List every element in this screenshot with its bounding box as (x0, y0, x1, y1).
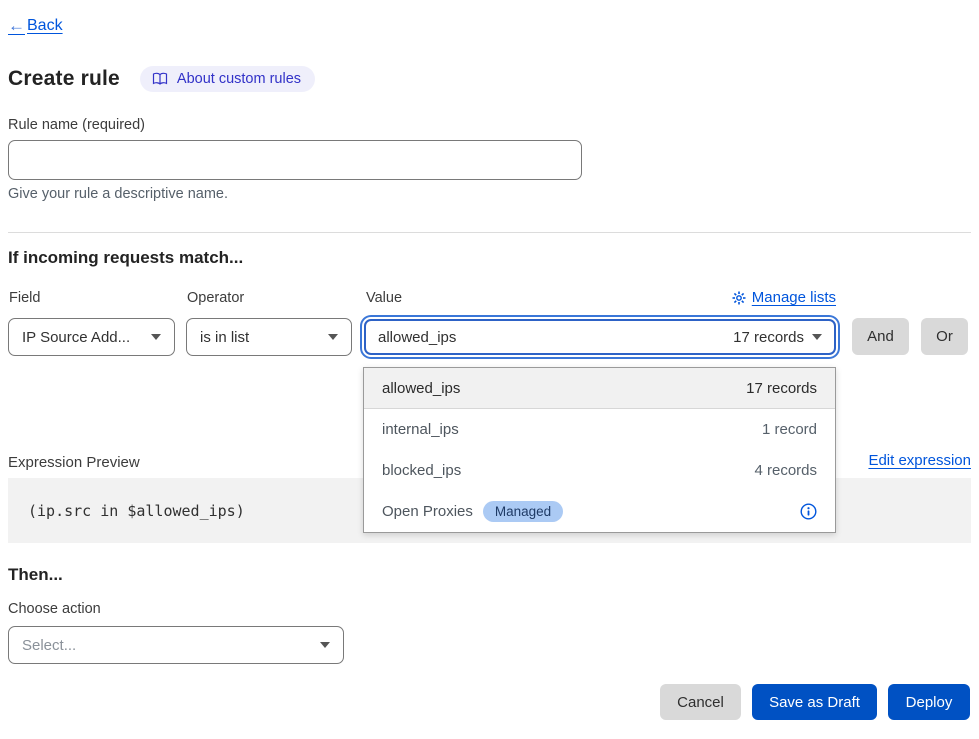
list-item-allowed-ips[interactable]: allowed_ips 17 records (364, 368, 835, 409)
chevron-down-icon (328, 334, 338, 340)
operator-select[interactable]: is in list (186, 318, 352, 356)
value-select-value: allowed_ips (378, 329, 456, 346)
back-link-label: Back (27, 17, 63, 35)
back-link[interactable]: ← Back (8, 16, 63, 36)
info-icon[interactable] (800, 503, 817, 520)
list-item-name: Open Proxies (382, 503, 473, 520)
page-title: Create rule (8, 67, 120, 91)
field-select-value: IP Source Add... (22, 329, 130, 346)
chevron-down-icon (320, 642, 330, 648)
expression-code: (ip.src in $allowed_ips) (28, 502, 245, 520)
about-custom-rules-link[interactable]: About custom rules (140, 66, 315, 92)
action-select-placeholder: Select... (22, 637, 76, 654)
list-item-name: blocked_ips (382, 462, 461, 479)
deploy-button[interactable]: Deploy (888, 684, 970, 720)
manage-lists-label: Manage lists (752, 289, 836, 306)
field-select[interactable]: IP Source Add... (8, 318, 175, 356)
save-as-draft-button[interactable]: Save as Draft (752, 684, 877, 720)
chevron-down-icon (812, 334, 822, 340)
section-divider (8, 232, 971, 233)
rule-name-helper: Give your rule a descriptive name. (8, 186, 228, 202)
list-item-name: internal_ips (382, 421, 459, 438)
expression-preview-label: Expression Preview (8, 454, 140, 471)
book-icon (152, 72, 168, 86)
lists-dropdown-menu: allowed_ips 17 records internal_ips 1 re… (363, 367, 836, 533)
title-row: Create rule About custom rules (8, 66, 315, 92)
action-select[interactable]: Select... (8, 626, 344, 664)
value-column-label: Value (366, 290, 402, 306)
list-item-blocked-ips[interactable]: blocked_ips 4 records (364, 450, 835, 491)
left-arrow-icon: ← (8, 16, 25, 36)
list-item-name: allowed_ips (382, 380, 460, 397)
gear-icon (732, 291, 746, 305)
edit-expression-link[interactable]: Edit expression (868, 452, 971, 469)
match-section-heading: If incoming requests match... (8, 248, 243, 268)
and-button[interactable]: And (852, 318, 909, 355)
value-select-records: 17 records (733, 329, 804, 346)
list-item-records: 17 records (746, 380, 817, 397)
about-custom-rules-label: About custom rules (177, 71, 301, 87)
list-item-records: 4 records (754, 462, 817, 479)
list-item-open-proxies[interactable]: Open Proxies Managed (364, 491, 835, 532)
list-item-records: 1 record (762, 421, 817, 438)
list-item-internal-ips[interactable]: internal_ips 1 record (364, 409, 835, 450)
field-column-label: Field (9, 290, 40, 306)
create-rule-page: ← Back Create rule About custom rules Ru… (0, 0, 979, 739)
operator-column-label: Operator (187, 290, 244, 306)
choose-action-label: Choose action (8, 601, 101, 617)
rule-name-label: Rule name (required) (8, 117, 145, 133)
rule-name-input[interactable] (8, 140, 582, 180)
cancel-button[interactable]: Cancel (660, 684, 741, 720)
value-select[interactable]: allowed_ips 17 records (364, 319, 836, 355)
operator-select-value: is in list (200, 329, 249, 346)
managed-badge: Managed (483, 501, 563, 522)
manage-lists-link[interactable]: Manage lists (732, 289, 836, 306)
then-section-heading: Then... (8, 565, 63, 585)
chevron-down-icon (151, 334, 161, 340)
or-button[interactable]: Or (921, 318, 968, 355)
